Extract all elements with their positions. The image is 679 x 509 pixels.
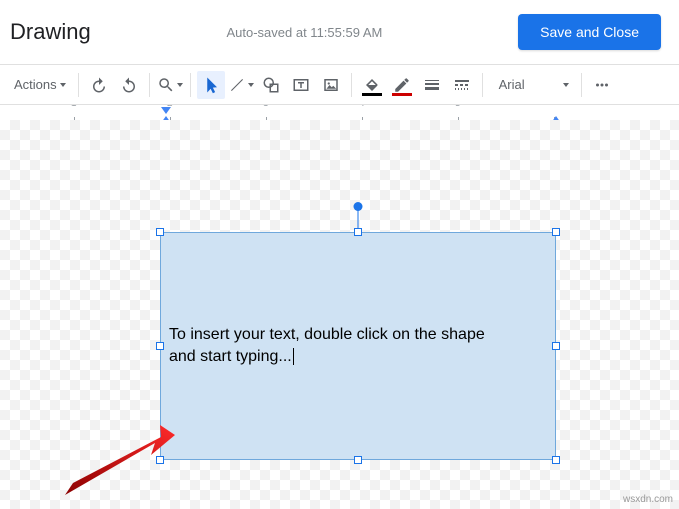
toolbar: Actions [0,65,679,105]
watermark-text: wsxdn.com [623,494,673,505]
shape-icon [262,76,280,94]
separator [581,73,582,97]
save-and-close-button[interactable]: Save and Close [518,14,661,50]
redo-button[interactable] [115,71,143,99]
resize-handle-e[interactable] [552,342,560,350]
resize-handle-w[interactable] [156,342,164,350]
drawing-canvas[interactable]: To insert your text, double click on the… [0,120,679,509]
actions-menu-button[interactable]: Actions [8,71,72,99]
more-horizontal-icon [593,76,611,94]
fill-color-button[interactable] [358,71,386,99]
redo-icon [120,76,138,94]
border-weight-button[interactable] [418,71,446,99]
image-tool-button[interactable] [317,71,345,99]
chevron-down-icon [60,83,66,87]
font-family-select[interactable]: Arial [489,71,575,99]
line-tool-button[interactable] [227,71,255,99]
border-color-button[interactable] [388,71,416,99]
resize-handle-nw[interactable] [156,228,164,236]
border-dash-button[interactable] [448,71,476,99]
fill-color-swatch [362,93,382,96]
undo-icon [90,76,108,94]
resize-handle-sw[interactable] [156,456,164,464]
textbox-tool-button[interactable] [287,71,315,99]
resize-handle-s[interactable] [354,456,362,464]
autosave-status: Auto-saved at 11:55:59 AM [226,25,382,40]
resize-handle-n[interactable] [354,228,362,236]
border-dash-icon [455,80,469,90]
rotation-handle[interactable] [354,202,363,211]
text-cursor [293,348,294,365]
shape-text-line: To insert your text, double click on the… [169,324,547,346]
font-family-label: Arial [499,77,525,92]
textbox-icon [292,76,310,94]
shape-tool-button[interactable] [257,71,285,99]
resize-handle-se[interactable] [552,456,560,464]
chevron-down-icon [248,83,254,87]
image-icon [322,76,340,94]
undo-button[interactable] [85,71,113,99]
separator [482,73,483,97]
select-tool-button[interactable] [197,71,225,99]
chevron-down-icon [563,83,569,87]
border-color-swatch [392,93,412,96]
dialog-title: Drawing [10,19,91,45]
resize-handle-ne[interactable] [552,228,560,236]
zoom-button[interactable] [156,71,184,99]
chevron-down-icon [177,83,183,87]
more-options-button[interactable] [588,71,616,99]
line-icon [228,76,246,94]
border-weight-icon [425,80,439,90]
selected-shape[interactable]: To insert your text, double click on the… [160,232,556,460]
actions-label: Actions [14,77,57,92]
rectangle-shape[interactable]: To insert your text, double click on the… [160,232,556,460]
cursor-icon [202,76,220,94]
separator [149,73,150,97]
separator [190,73,191,97]
magnifier-icon [157,76,175,94]
paint-bucket-icon [363,76,381,94]
pencil-icon [393,76,411,94]
shape-text-line: and start typing... [169,346,547,368]
dialog-header: Drawing Auto-saved at 11:55:59 AM Save a… [0,0,679,65]
separator [351,73,352,97]
first-line-indent-marker[interactable] [161,107,171,114]
separator [78,73,79,97]
